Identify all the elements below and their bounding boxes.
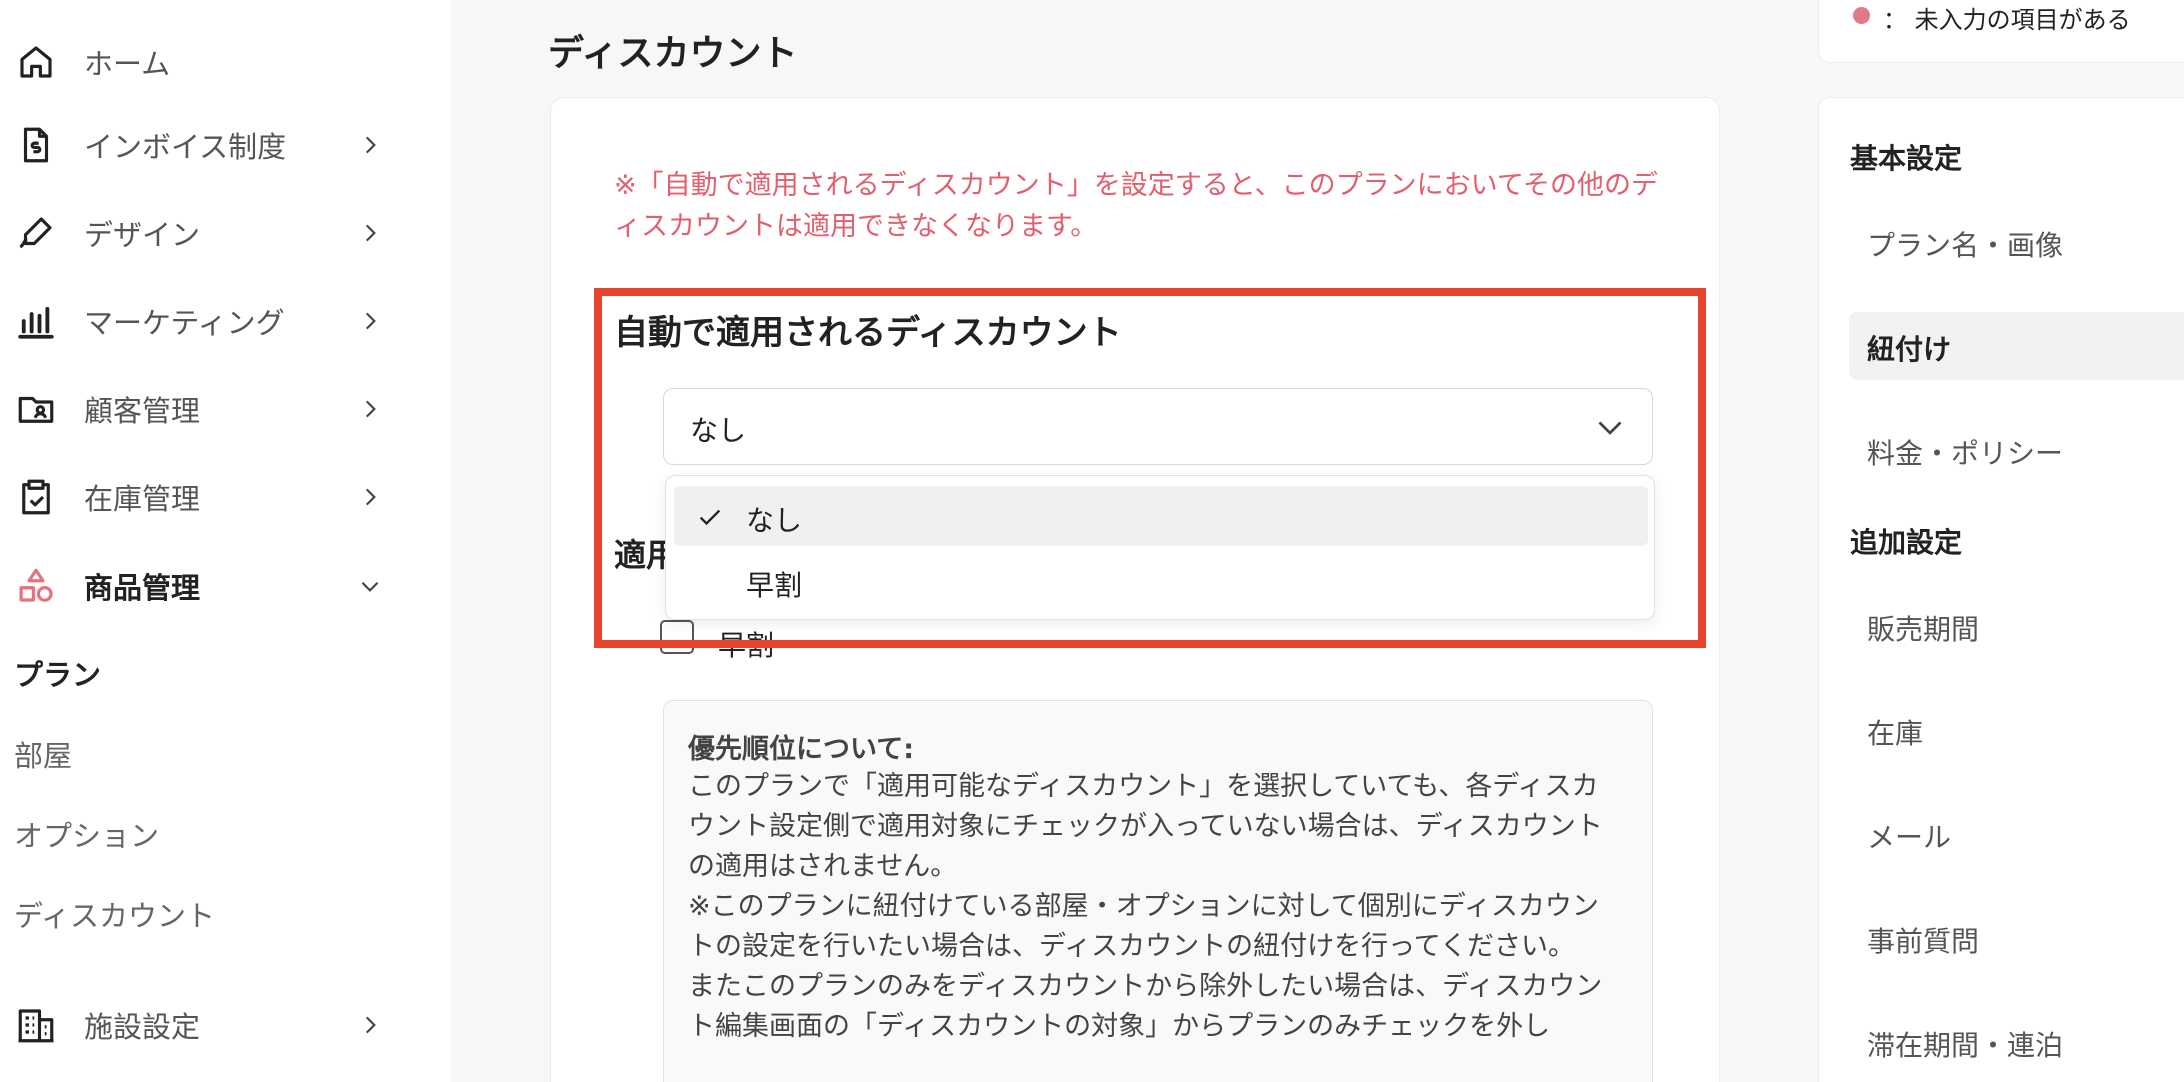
shapes-icon (14, 564, 58, 608)
section-link-sales-period[interactable]: 販売期間 (1849, 592, 2184, 660)
sidebar-item-customers[interactable]: 顧客管理 (0, 374, 400, 444)
dropdown-option-none[interactable]: なし (674, 486, 1648, 546)
section-link-label: メール (1867, 821, 1952, 854)
sidebar-item-invoice[interactable]: インボイス制度 (0, 110, 400, 180)
section-link-label: 紐付け (1867, 333, 1952, 366)
legend-card: ： 未入力の項目がある (1818, 0, 2184, 63)
sidebar-subitem-options[interactable]: オプション (14, 813, 159, 855)
building-icon (14, 1003, 58, 1047)
section-link-stay-length[interactable]: 滞在期間・連泊 (1849, 1008, 2184, 1076)
check-icon (696, 503, 724, 531)
sidebar-item-products[interactable]: 商品管理 (0, 551, 400, 621)
sidebar: ホーム インボイス制度 デザイン マーケティング 顧客管理 在庫管理 商品管理 … (0, 0, 450, 1082)
auto-discount-select[interactable]: なし (663, 388, 1653, 465)
chevron-right-icon (352, 391, 388, 427)
info-paragraph: またこのプランのみをディスカウントから除外したい場合は、ディスカウント編集画面の… (688, 971, 1603, 1042)
discount-checkbox-row[interactable]: 早割 (660, 620, 860, 660)
dropdown-option-early-bird[interactable]: 早割 (674, 551, 1648, 611)
chevron-right-icon (352, 303, 388, 339)
sidebar-subitem-rooms[interactable]: 部屋 (14, 733, 72, 775)
chevron-right-icon (352, 215, 388, 251)
clipboard-check-icon (14, 475, 58, 519)
sidebar-subitem-discounts[interactable]: ディスカウント (14, 893, 215, 935)
section-group-basic: 基本設定 (1850, 142, 1963, 175)
home-icon (14, 40, 58, 84)
section-link-label: 販売期間 (1867, 613, 1980, 646)
priority-info-box: 優先順位について: このプランで「適用可能なディスカウント」を選択していても、各… (663, 700, 1653, 1082)
legend-separator: ： (1883, 6, 1907, 34)
sidebar-item-label: 顧客管理 (84, 394, 201, 428)
incomplete-dot-icon (1853, 7, 1870, 24)
select-value: なし (690, 414, 747, 447)
discount-checkbox[interactable] (660, 620, 694, 654)
section-group-additional: 追加設定 (1850, 526, 1963, 559)
sidebar-item-label: インボイス制度 (84, 130, 287, 164)
sidebar-item-label: 在庫管理 (84, 482, 201, 516)
info-body: このプランで「適用可能なディスカウント」を選択していても、各ディスカウント設定側… (688, 767, 1608, 1047)
legend-label: 未入力の項目がある (1914, 6, 2131, 34)
section-link-stock[interactable]: 在庫 (1849, 696, 2184, 764)
sidebar-item-label: 施設設定 (84, 1010, 201, 1044)
section-link-label: プラン名・画像 (1867, 229, 2064, 262)
auto-discount-heading: 自動で適用されるディスカウント (614, 313, 1122, 353)
info-title: 優先順位について: (688, 734, 914, 765)
sidebar-item-home[interactable]: ホーム (0, 27, 400, 97)
section-link-pre-questions[interactable]: 事前質問 (1849, 904, 2184, 972)
pen-icon (14, 211, 58, 255)
section-link-label: 料金・ポリシー (1867, 437, 2064, 470)
sidebar-item-design[interactable]: デザイン (0, 198, 400, 268)
section-link-label: 滞在期間・連泊 (1867, 1029, 2064, 1062)
dropdown-option-label: 早割 (746, 569, 803, 602)
chevron-right-icon (352, 127, 388, 163)
bar-chart-icon (14, 299, 58, 343)
section-link-linking[interactable]: 紐付け (1849, 312, 2184, 380)
info-paragraph: ※このプランに紐付けている部屋・オプションに対して個別にディスカウントの設定を行… (688, 891, 1599, 962)
warning-message: ※「自動で適用されるディスカウント」を設定すると、このプランにおいてその他のディ… (614, 170, 1659, 242)
checkbox-label: 早割 (718, 629, 775, 660)
section-link-label: 在庫 (1867, 717, 1924, 750)
chevron-right-icon (352, 479, 388, 515)
section-link-label: 事前質問 (1867, 925, 1980, 958)
sidebar-item-label: ホーム (84, 47, 171, 81)
legend-text: ： 未入力の項目がある (1883, 0, 2131, 35)
sidebar-item-label: デザイン (84, 218, 201, 252)
chevron-right-icon (352, 1007, 388, 1043)
dropdown-option-label: なし (746, 504, 803, 537)
customer-card-icon (14, 387, 58, 431)
page-title: ディスカウント (548, 33, 798, 74)
section-link-pricing[interactable]: 料金・ポリシー (1849, 416, 2184, 484)
info-paragraph: このプランで「適用可能なディスカウント」を選択していても、各ディスカウント設定側… (688, 771, 1603, 882)
discount-dropdown-menu: なし 早割 (665, 475, 1655, 620)
sidebar-item-label: 商品管理 (84, 571, 201, 605)
section-link-mail[interactable]: メール (1849, 800, 2184, 868)
sidebar-item-label: マーケティング (84, 306, 285, 340)
section-link-plan-name[interactable]: プラン名・画像 (1849, 208, 2184, 276)
sidebar-subitem-plan[interactable]: プラン (14, 652, 101, 694)
chevron-down-icon (352, 568, 388, 604)
sidebar-item-marketing[interactable]: マーケティング (0, 286, 400, 356)
sidebar-item-facility[interactable]: 施設設定 (0, 990, 400, 1060)
chevron-down-icon (1592, 409, 1628, 445)
invoice-icon (14, 123, 58, 167)
sidebar-item-inventory[interactable]: 在庫管理 (0, 462, 400, 532)
